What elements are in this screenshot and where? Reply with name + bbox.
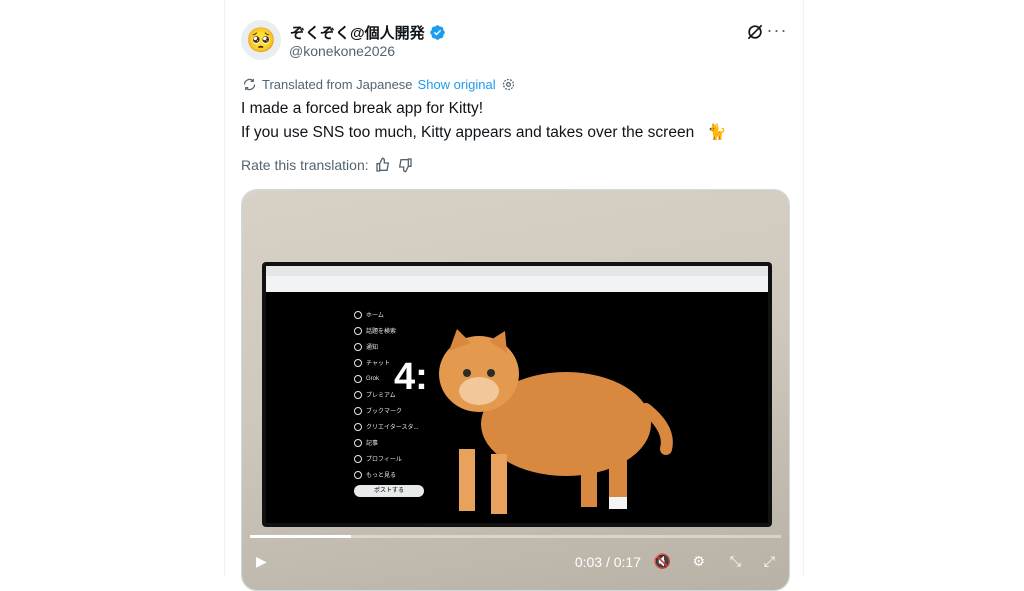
screen-sidebar-icon [354,422,362,431]
cat-emoji: 🐈 [707,124,727,141]
video-controls: ▶ 0:03 / 0:17 🔇 ⚙ ⤡ ⤢ [242,546,789,590]
screen-sidebar-label: 記事 [366,441,379,447]
avatar-emoji: 🥺 [246,26,276,54]
author-name-row: ぞくぞく@個人開発 [290,22,446,43]
translate-icon [243,78,256,91]
screen-sidebar-label: クリエイタースタ... [366,425,419,431]
more-options-icon[interactable]: ··· [765,20,789,44]
fullscreen-icon[interactable]: ⤢ [764,553,775,570]
avatar[interactable]: 🥺 [241,20,281,60]
screen-sidebar-label: ブックマーク [366,409,403,415]
screen-sidebar-label: プレミアム [366,393,396,399]
monitor: ホーム話題を検索通知チャット Grok プレミアムブックマーククリエイタースタ...… [262,262,772,527]
mac-menubar [266,266,768,276]
pip-icon[interactable]: ⤡ [730,553,741,570]
tweet-line-2-text: If you use SNS too much, Kitty appears a… [241,124,695,141]
browser-toolbar [266,276,768,292]
screen-sidebar-icon [354,326,362,335]
grok-icon[interactable] [745,22,765,42]
play-icon[interactable]: ▶ [256,553,267,570]
video-progress-bar[interactable] [250,535,781,538]
screen-sidebar-icon [354,358,362,367]
mute-icon[interactable]: 🔇 [654,553,671,570]
tweet-line-1: I made a forced break app for Kitty! [241,100,484,117]
screen-post-button: ポストする [354,485,424,497]
translated-from-label: Translated from Japanese [262,77,413,92]
tweet-text: I made a forced break app for Kitty! If … [241,97,781,145]
screen-sidebar-label: もっと見る [366,473,397,479]
screen-sidebar-icon [354,390,362,399]
screen-sidebar-icon [354,470,362,479]
screen-sidebar-label: Grok [366,375,380,382]
video-time: 0:03 / 0:17 [574,554,641,570]
rate-translation-label: Rate this translation: [241,157,369,173]
screen-sidebar-icon [354,406,362,415]
video-player[interactable]: ホーム話題を検索通知チャット Grok プレミアムブックマーククリエイタースタ...… [241,189,790,591]
settings-gear-icon[interactable] [501,77,516,92]
tweet-column: 🥺 ぞくぞく@個人開発 @konekone2026 ··· Translated… [224,0,804,591]
verified-badge-icon [429,25,445,40]
screen-clock: 4: [394,356,428,398]
screen-sidebar-label: 話題を検索 [366,329,397,335]
screen-sidebar-icon [354,454,362,463]
settings-icon[interactable]: ⚙ [692,553,705,570]
screen-sidebar-icon [354,438,362,447]
screen-sidebar-label: チャット [366,361,390,367]
thumbs-down-icon[interactable] [397,157,413,173]
show-original-link[interactable]: Show original [418,77,496,92]
screen-sidebar-icon [354,310,362,319]
screen-sidebar-label: ホーム [366,313,384,319]
screen-sidebar-label: 通知 [366,345,379,351]
tweet-line-2: If you use SNS too much, Kitty appears a… [241,121,781,145]
screen-sidebar-label: プロフィール [366,457,402,463]
rate-translation-row: Rate this translation: [241,157,413,173]
author-handle[interactable]: @konekone2026 [289,43,395,59]
display-name[interactable]: ぞくぞく@個人開発 [290,22,425,43]
monitor-screen: ホーム話題を検索通知チャット Grok プレミアムブックマーククリエイタースタ...… [266,266,768,523]
screen-sidebar-icon [354,374,362,383]
translation-notice: Translated from Japanese Show original [242,77,516,92]
screen-sidebar-icon [354,342,362,351]
screen-sidebar-item: ホーム [354,308,444,321]
video-progress-fill [250,535,351,538]
cat-image [439,329,673,514]
thumbs-up-icon[interactable] [375,157,391,173]
